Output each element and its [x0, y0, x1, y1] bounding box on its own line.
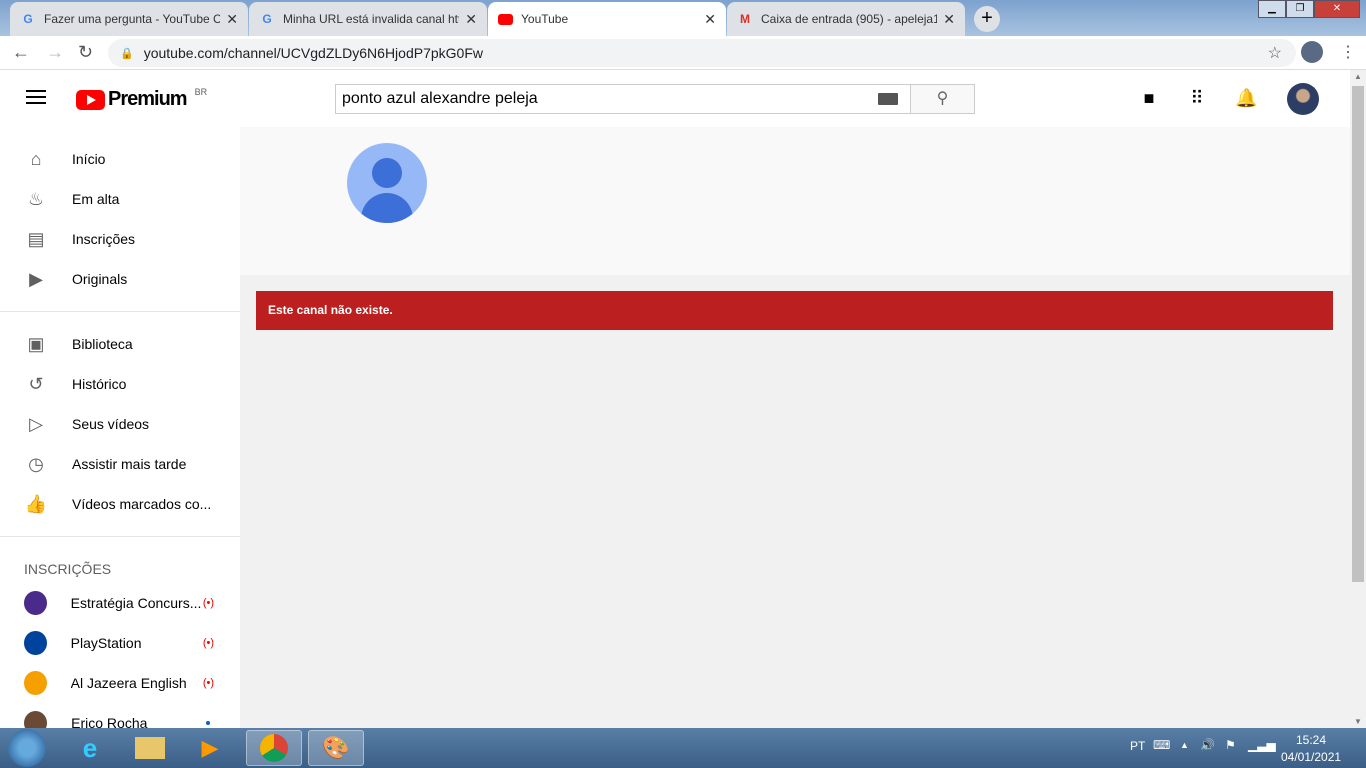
url-bar[interactable]: 🔒 youtube.com/channel/UCVgdZLDy6N6HjodP7p…: [108, 39, 1296, 67]
search-icon: ⚲: [936, 90, 949, 107]
search-input[interactable]: ponto azul alexandre peleja: [335, 84, 911, 114]
account-avatar[interactable]: [1287, 83, 1319, 115]
live-icon: (•): [202, 677, 214, 689]
show-hidden-icons-icon[interactable]: ▲: [1180, 740, 1189, 750]
search-button[interactable]: ⚲: [910, 84, 975, 114]
browser-tab[interactable]: M Caixa de entrada (905) - apeleja1 ✕: [727, 2, 965, 36]
clock-icon: ◷: [28, 453, 44, 474]
browser-tab[interactable]: G Minha URL está invalida canal htt ✕: [249, 2, 487, 36]
action-center-flag-icon[interactable]: ⚑: [1225, 738, 1236, 752]
library-icon: ▣: [27, 333, 45, 354]
channel-avatar: [24, 631, 47, 655]
history-icon: ↺: [28, 373, 44, 394]
subscription-item[interactable]: PlayStation (•): [0, 623, 240, 663]
close-tab-icon[interactable]: ✕: [465, 11, 477, 28]
new-tab-button[interactable]: +: [974, 6, 1000, 32]
browser-menu-icon[interactable]: ⋮: [1340, 42, 1356, 62]
google-icon: G: [23, 12, 33, 26]
sidebar-item-biblioteca[interactable]: ▣ Biblioteca: [0, 324, 240, 364]
google-icon: G: [262, 12, 272, 26]
lock-icon: 🔒: [120, 47, 134, 60]
close-tab-icon[interactable]: ✕: [943, 11, 955, 28]
forward-icon[interactable]: →: [46, 42, 64, 63]
sidebar-item-assistir-mais-tarde[interactable]: ◷ Assistir mais tarde: [0, 444, 240, 484]
minimize-button[interactable]: ▁: [1258, 0, 1286, 18]
channel-avatar: [24, 591, 47, 615]
bookmark-star-icon[interactable]: ☆: [1268, 43, 1282, 63]
sidebar-item-videos-marcados[interactable]: 👍 Vídeos marcados co...: [0, 484, 240, 524]
sidebar-item-inicio[interactable]: ⌂ Início: [0, 139, 240, 179]
reload-icon[interactable]: ↻: [78, 42, 93, 63]
notifications-bell-icon[interactable]: 🔔: [1235, 88, 1257, 108]
language-indicator[interactable]: PT: [1130, 739, 1145, 753]
divider: [0, 311, 240, 312]
subscription-item[interactable]: Estratégia Concurs... (•): [0, 583, 240, 623]
volume-icon[interactable]: 🔊: [1200, 738, 1215, 752]
divider: [0, 536, 240, 537]
originals-icon: ▶: [29, 268, 43, 289]
sidebar-item-historico[interactable]: ↺ Histórico: [0, 364, 240, 404]
sidebar-item-originals[interactable]: ▶ Originals: [0, 259, 240, 299]
window-close-button[interactable]: ✕: [1314, 0, 1360, 18]
back-icon[interactable]: ←: [12, 42, 30, 63]
subscriptions-icon: ▤: [27, 228, 45, 249]
apps-grid-icon[interactable]: ⠿: [1187, 88, 1207, 108]
subscriptions-heading: INSCRIÇÕES: [24, 561, 112, 577]
profile-avatar[interactable]: [1301, 41, 1323, 63]
error-alert: Este canal não existe.: [256, 291, 1333, 330]
keyboard-icon[interactable]: [878, 93, 898, 105]
live-icon: (•): [202, 597, 214, 609]
internet-explorer-icon[interactable]: e: [62, 730, 118, 766]
youtube-header: Premium BR ponto azul alexandre peleja ⚲ …: [0, 70, 1350, 127]
chrome-icon[interactable]: [246, 730, 302, 766]
hamburger-menu-icon[interactable]: [26, 90, 46, 108]
create-video-icon[interactable]: ■: [1139, 88, 1159, 108]
live-icon: (•): [202, 637, 214, 649]
start-button[interactable]: [8, 729, 46, 767]
maximize-button[interactable]: ❐: [1286, 0, 1314, 18]
address-bar-row: ← → ↻ 🔒 youtube.com/channel/UCVgdZLDy6N6H…: [0, 36, 1366, 70]
close-tab-icon[interactable]: ✕: [226, 11, 238, 28]
youtube-play-icon: [76, 89, 105, 110]
youtube-icon: [498, 13, 513, 25]
windows-taskbar: e ▶ 🎨 PT ⌨ ▲ 🔊 ⚑ ▁▃▅ 15:24 04/01/2021: [0, 728, 1366, 768]
file-explorer-icon[interactable]: [122, 730, 178, 766]
sidebar: ⌂ Início ♨ Em alta ▤ Inscrições ▶ Originals …: [0, 127, 240, 728]
thumbs-up-icon: 👍: [24, 493, 48, 514]
subscription-item[interactable]: Al Jazeera English (•): [0, 663, 240, 703]
sidebar-item-seus-videos[interactable]: ▷ Seus vídeos: [0, 404, 240, 444]
close-tab-icon[interactable]: ✕: [704, 11, 716, 28]
paint-icon[interactable]: 🎨: [308, 730, 364, 766]
channel-avatar: [24, 671, 47, 695]
browser-tab-strip: G Fazer uma pergunta - YouTube C ✕ G Minha …: [0, 0, 1366, 36]
browser-tab-active[interactable]: YouTube ✕: [488, 2, 726, 36]
browser-tab[interactable]: G Fazer uma pergunta - YouTube C ✕: [10, 2, 248, 36]
home-icon: ⌂: [30, 148, 42, 169]
sidebar-item-em-alta[interactable]: ♨ Em alta: [0, 179, 240, 219]
fire-icon: ♨: [27, 188, 45, 209]
network-signal-icon[interactable]: ▁▃▅: [1248, 738, 1276, 752]
sidebar-item-inscricoes[interactable]: ▤ Inscrições: [0, 219, 240, 259]
page-scrollbar[interactable]: ▲ ▼: [1350, 70, 1366, 728]
youtube-logo[interactable]: Premium BR: [76, 87, 207, 111]
your-videos-icon: ▷: [29, 413, 43, 434]
keyboard-icon[interactable]: ⌨: [1153, 738, 1170, 752]
channel-header: [240, 127, 1350, 275]
clock-date[interactable]: 04/01/2021: [1281, 750, 1341, 764]
channel-avatar: [24, 711, 48, 728]
new-content-dot: [206, 721, 210, 725]
gmail-icon: M: [740, 12, 750, 26]
media-player-icon[interactable]: ▶: [182, 730, 238, 766]
default-channel-avatar: [347, 143, 427, 223]
subscription-item[interactable]: Erico Rocha: [0, 703, 240, 728]
clock-time[interactable]: 15:24: [1296, 733, 1326, 747]
